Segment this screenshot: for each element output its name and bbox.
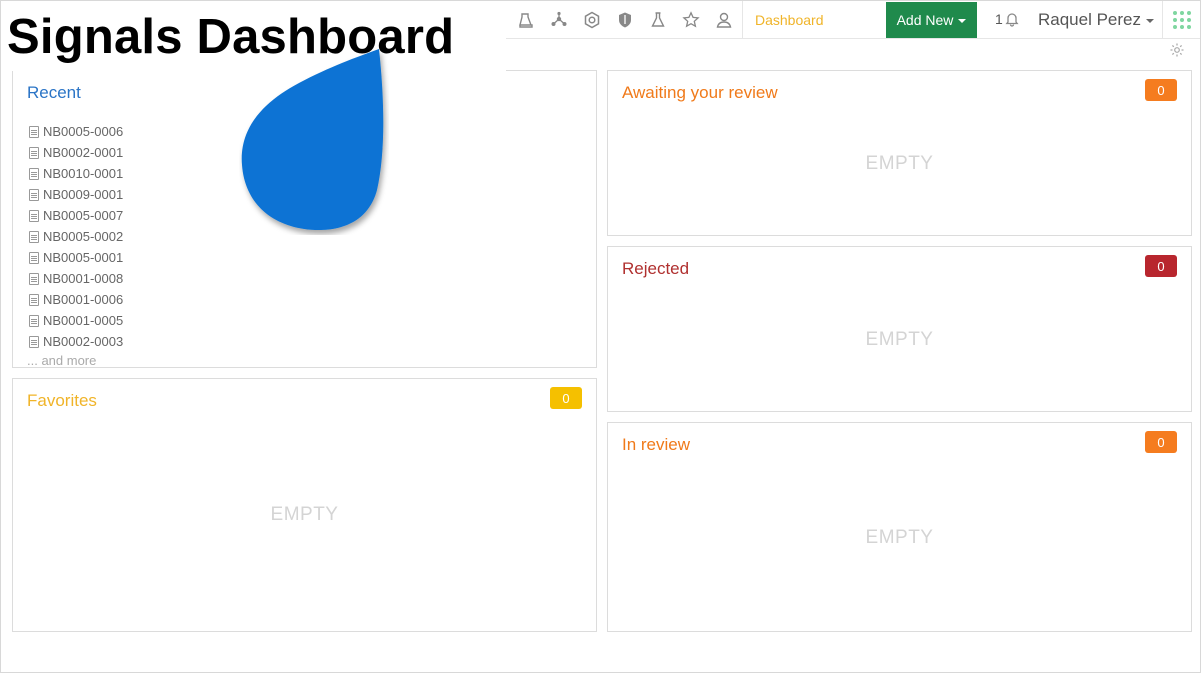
notebook-icon <box>29 146 39 159</box>
notebook-icon <box>29 167 39 180</box>
bell-icon <box>1005 13 1019 27</box>
and-more-link[interactable]: ... and more <box>27 353 96 368</box>
list-item[interactable]: NB0009-0001 <box>29 184 123 205</box>
list-item-label: NB0005-0002 <box>43 229 124 244</box>
favorites-panel: Favorites 0 EMPTY <box>12 378 597 632</box>
chevron-down-icon <box>958 19 967 23</box>
list-item[interactable]: NB0001-0005 <box>29 310 123 331</box>
rejected-empty-text: EMPTY <box>865 329 934 350</box>
chevron-down-icon <box>1146 19 1155 23</box>
nav-divider <box>1162 1 1163 38</box>
list-item-label: NB0002-0003 <box>43 334 124 349</box>
hexagon-badge-icon[interactable] <box>575 9 608 31</box>
list-item[interactable]: NB0001-0006 <box>29 289 123 310</box>
list-item-label: NB0005-0006 <box>43 124 124 139</box>
notebook-icon <box>29 314 39 327</box>
dashboard-link[interactable]: Dashboard <box>755 12 824 28</box>
list-item[interactable]: NB0002-0003 <box>29 331 123 352</box>
notifications-button[interactable]: 1 <box>995 11 1020 27</box>
in-review-title: In review <box>622 435 691 454</box>
list-item-label: NB0001-0006 <box>43 292 124 307</box>
list-item[interactable]: NB0001-0008 <box>29 268 123 289</box>
nav-icon-group <box>509 9 740 31</box>
list-item[interactable]: NB0005-0007 <box>29 205 123 226</box>
nav-divider <box>742 1 743 38</box>
list-item-label: NB0010-0001 <box>43 166 124 181</box>
user-name: Raquel Perez <box>1038 10 1142 29</box>
favorites-title: Favorites <box>27 391 97 410</box>
add-new-button[interactable]: Add New <box>886 2 977 38</box>
list-item[interactable]: NB0005-0002 <box>29 226 123 247</box>
droplet-logo-icon <box>241 49 384 231</box>
apps-grid-icon[interactable] <box>1173 11 1191 29</box>
list-item-label: NB0001-0005 <box>43 313 124 328</box>
in-review-empty-text: EMPTY <box>865 527 934 548</box>
awaiting-review-panel: Awaiting your review 0 EMPTY <box>607 70 1192 236</box>
notebook-icon <box>29 251 39 264</box>
molecule-icon[interactable] <box>542 9 575 31</box>
notebook-icon <box>29 209 39 222</box>
rejected-title: Rejected <box>622 259 690 278</box>
gear-icon[interactable] <box>1169 42 1185 58</box>
list-item[interactable]: NB0005-0006 <box>29 121 123 142</box>
add-new-label: Add New <box>896 12 954 28</box>
favorites-empty-text: EMPTY <box>270 504 339 525</box>
person-icon[interactable] <box>707 9 740 31</box>
rejected-panel: Rejected 0 EMPTY <box>607 246 1192 412</box>
in-review-panel: In review 0 EMPTY <box>607 422 1192 632</box>
list-item[interactable]: NB0010-0001 <box>29 163 123 184</box>
list-item-label: NB0002-0001 <box>43 145 124 160</box>
in-review-count-badge: 0 <box>1145 431 1177 453</box>
recent-list: NB0005-0006 NB0002-0001 NB0010-0001 NB0009-… <box>29 121 123 352</box>
shield-icon[interactable] <box>608 9 641 31</box>
star-icon[interactable] <box>674 9 707 31</box>
list-item-label: NB0005-0001 <box>43 250 124 265</box>
notebook-icon <box>29 335 39 348</box>
rejected-count-badge: 0 <box>1145 255 1177 277</box>
notebook-icon <box>29 188 39 201</box>
flask-station-icon[interactable] <box>509 9 542 31</box>
awaiting-review-title: Awaiting your review <box>622 83 778 102</box>
notebook-icon <box>29 125 39 138</box>
list-item[interactable]: NB0002-0001 <box>29 142 123 163</box>
list-item-label: NB0005-0007 <box>43 208 124 223</box>
awaiting-empty-text: EMPTY <box>865 153 934 174</box>
notebook-icon <box>29 272 39 285</box>
notebook-icon <box>29 230 39 243</box>
awaiting-review-count-badge: 0 <box>1145 79 1177 101</box>
list-item-label: NB0001-0008 <box>43 271 124 286</box>
list-item-label: NB0009-0001 <box>43 187 124 202</box>
user-menu[interactable]: Raquel Perez <box>1038 10 1155 30</box>
recent-title: Recent <box>27 83 81 102</box>
beaker-icon[interactable] <box>641 9 674 31</box>
notification-count: 1 <box>995 11 1003 27</box>
list-item[interactable]: NB0005-0001 <box>29 247 123 268</box>
notebook-icon <box>29 293 39 306</box>
favorites-count-badge: 0 <box>550 387 582 409</box>
